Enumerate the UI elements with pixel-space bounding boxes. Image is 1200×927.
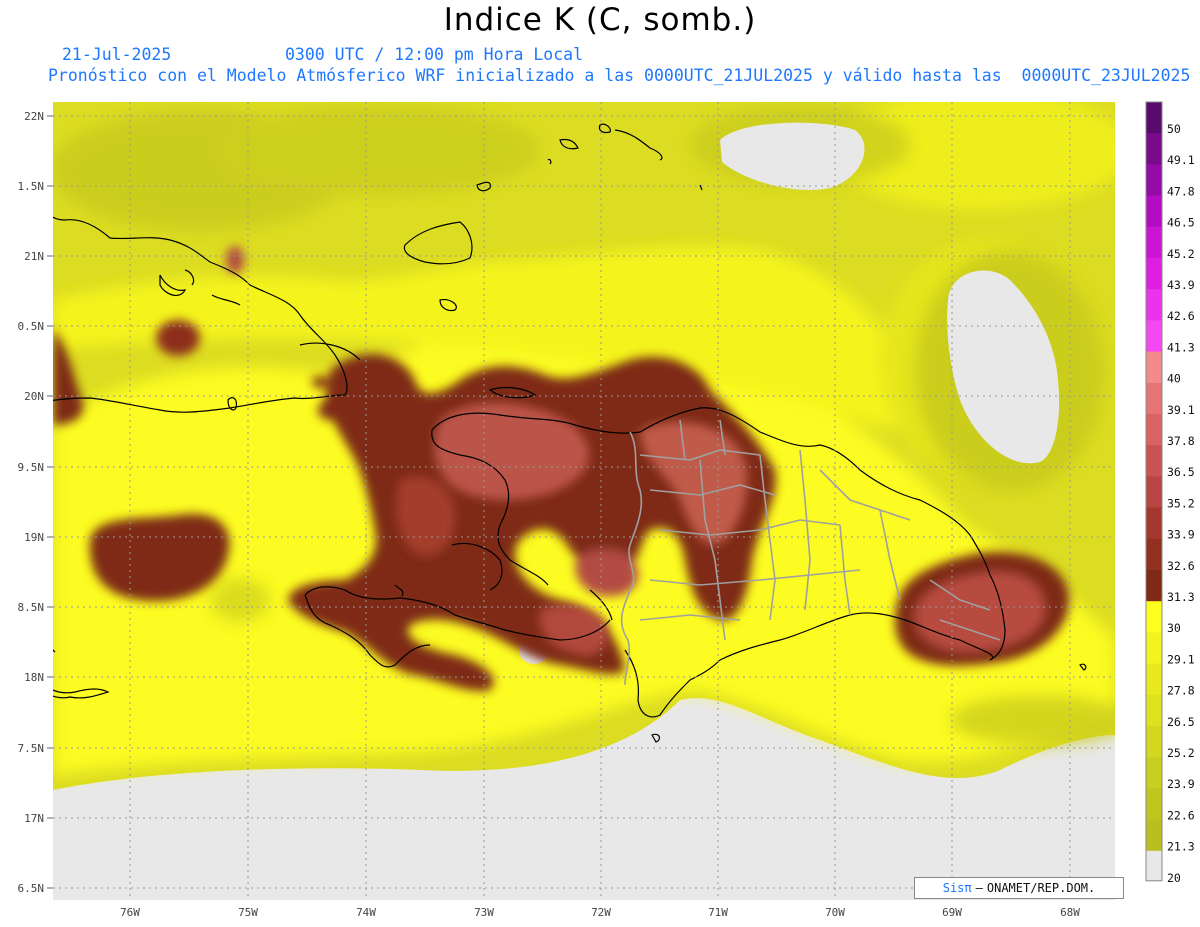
colorbar-label: 39.1 xyxy=(1167,403,1195,417)
lat-label: 18N xyxy=(24,671,44,684)
lat-label: 6.5N xyxy=(18,882,45,895)
lat-label: 0.5N xyxy=(18,320,45,333)
colorbar-label: 30 xyxy=(1167,621,1181,635)
colorbar-label: 22.6 xyxy=(1167,808,1195,822)
colorbar-segment xyxy=(1146,320,1162,353)
colorbar-segment xyxy=(1146,102,1162,134)
colorbar-segment xyxy=(1146,258,1162,290)
colorbar-segment xyxy=(1146,788,1162,821)
colorbar-label: 21.3 xyxy=(1167,840,1195,854)
colorbar-label: 40 xyxy=(1167,372,1181,386)
colorbar-label: 25.2 xyxy=(1167,746,1195,760)
credit-separator: – xyxy=(975,881,983,895)
colorbar-segment xyxy=(1146,570,1162,602)
colorbar-label: 49.1 xyxy=(1167,153,1195,167)
colorbar-segment xyxy=(1146,445,1162,477)
lat-label: 7.5N xyxy=(18,742,45,755)
k-index-map: 22N 1.5N 21N 0.5N 20N 9.5N 19N 8.5N 18N … xyxy=(18,101,1195,919)
lat-label: 22N xyxy=(24,110,44,123)
colorbar-segment xyxy=(1146,195,1162,228)
colorbar-label: 35.2 xyxy=(1167,496,1195,510)
colorbar-label: 50 xyxy=(1167,122,1181,136)
credit-box: Sisπ – ONAMET/REP.DOM. xyxy=(914,877,1124,899)
colorbar-segment xyxy=(1146,663,1162,696)
colorbar-label: 26.5 xyxy=(1167,715,1195,729)
colorbar-label: 27.8 xyxy=(1167,684,1195,698)
lon-label: 68W xyxy=(1060,906,1080,919)
lat-label: 1.5N xyxy=(18,180,45,193)
colorbar-segment xyxy=(1146,226,1162,259)
lon-label: 74W xyxy=(356,906,376,919)
colorbar-segment xyxy=(1146,382,1162,415)
colorbar-label: 32.6 xyxy=(1167,559,1195,573)
colorbar-segment xyxy=(1146,694,1162,727)
colorbar-segment xyxy=(1146,538,1162,571)
colorbar-label: 29.1 xyxy=(1167,652,1195,666)
axis-ticks xyxy=(47,115,53,889)
colorbar-segment xyxy=(1146,133,1162,165)
colorbar-label: 36.5 xyxy=(1167,465,1195,479)
colorbar-segment xyxy=(1146,414,1162,446)
colorbar-segment xyxy=(1146,289,1162,321)
colorbar-label: 41.3 xyxy=(1167,340,1195,354)
lon-label: 75W xyxy=(238,906,258,919)
colorbar-segment xyxy=(1146,632,1162,665)
lon-label: 73W xyxy=(474,906,494,919)
longitude-labels: 76W 75W 74W 73W 72W 71W 70W 69W 68W xyxy=(120,906,1080,919)
lat-label: 8.5N xyxy=(18,601,45,614)
colorbar-label: 33.9 xyxy=(1167,528,1195,542)
colorbar-segment xyxy=(1146,726,1162,758)
colorbar-label: 43.9 xyxy=(1167,278,1195,292)
lon-label: 69W xyxy=(942,906,962,919)
credit-org: ONAMET/REP.DOM. xyxy=(986,881,1096,895)
colorbar-segment xyxy=(1146,351,1162,384)
colorbar: 50 49.1 47.8 46.5 45.2 43.9 42.6 41.3 40 39.1 37.8… xyxy=(1145,101,1195,885)
lat-label: 21N xyxy=(24,250,44,263)
lon-label: 76W xyxy=(120,906,140,919)
lon-label: 72W xyxy=(591,906,611,919)
colorbar-label: 45.2 xyxy=(1167,247,1195,261)
lon-label: 71W xyxy=(708,906,728,919)
colorbar-segment xyxy=(1146,476,1162,509)
colorbar-label: 47.8 xyxy=(1167,184,1195,198)
colorbar-label: 31.3 xyxy=(1167,590,1195,604)
field-layer xyxy=(53,102,1115,900)
colorbar-label: 20 xyxy=(1167,871,1181,885)
colorbar-segment-below xyxy=(1146,850,1162,881)
colorbar-segment xyxy=(1146,507,1162,540)
colorbar-segment xyxy=(1146,164,1162,197)
latitude-labels: 22N 1.5N 21N 0.5N 20N 9.5N 19N 8.5N 18N … xyxy=(18,110,45,895)
lat-label: 20N xyxy=(24,390,44,403)
colorbar-label: 46.5 xyxy=(1167,216,1195,230)
colorbar-segment xyxy=(1146,757,1162,789)
lat-label: 19N xyxy=(24,531,44,544)
sispi-logo: Sisπ xyxy=(942,881,972,895)
colorbar-label: 37.8 xyxy=(1167,434,1195,448)
lon-label: 70W xyxy=(825,906,845,919)
colorbar-label: 23.9 xyxy=(1167,777,1195,791)
colorbar-label: 42.6 xyxy=(1167,309,1195,323)
colorbar-segment xyxy=(1146,601,1162,633)
colorbar-segment xyxy=(1146,819,1162,852)
lat-label: 9.5N xyxy=(18,461,45,474)
lat-label: 17N xyxy=(24,812,44,825)
